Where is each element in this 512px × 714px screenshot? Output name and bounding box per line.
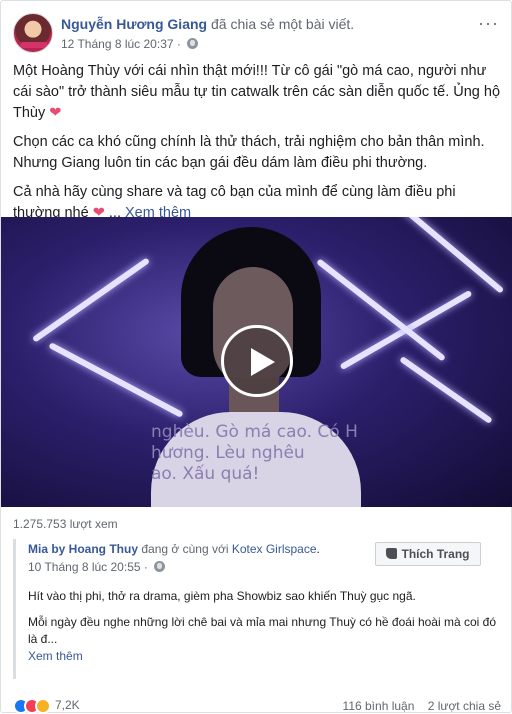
author-name-link[interactable]: Nguyễn Hương Giang — [61, 16, 207, 32]
more-options-icon[interactable]: ··· — [478, 14, 499, 32]
share-count-link[interactable]: 2 lượt chia sẻ — [428, 699, 501, 713]
post-timestamp[interactable]: 12 Tháng 8 lúc 20:37 · — [61, 37, 181, 51]
light-beam — [48, 342, 184, 418]
shared-text: Hít vào thị phi, thở ra drama, gièm pha … — [28, 588, 496, 657]
view-count: 1.275.753 lượt xem — [13, 517, 118, 531]
projected-text: nghèu. Gò má cao. Có H hương. Lèu nghêu … — [151, 422, 358, 484]
shared-meta: 10 Tháng 8 lúc 20:55 · — [28, 560, 166, 574]
share-action-text: đã chia sẻ một bài viết. — [210, 16, 355, 32]
heart-icon: ❤ — [49, 105, 62, 121]
post-meta: 12 Tháng 8 lúc 20:37 · — [61, 37, 199, 51]
post-footer: 7,2K 116 bình luận 2 lượt chia sẻ — [13, 698, 501, 714]
shared-post: Mia by Hoang Thuy đang ở cùng với Kotex … — [13, 539, 501, 679]
reaction-count[interactable]: 7,2K — [55, 698, 80, 712]
globe-icon — [187, 38, 199, 49]
tagged-page-link[interactable]: Kotex Girlspace — [232, 542, 317, 556]
shared-author-link[interactable]: Mia by Hoang Thuy — [28, 542, 138, 556]
engagement-counts: 116 bình luận 2 lượt chia sẻ — [343, 699, 501, 713]
like-page-button[interactable]: Thích Trang — [375, 542, 481, 566]
post-card: Nguyễn Hương Giang đã chia sẻ một bài vi… — [0, 0, 512, 714]
light-beam — [377, 217, 505, 294]
post-header: Nguyễn Hương Giang đã chia sẻ một bài vi… — [13, 13, 501, 57]
shared-paragraph: Hít vào thị phi, thở ra drama, gièm pha … — [28, 589, 416, 603]
post-text: Một Hoàng Thùy với cái nhìn thật mới!!! … — [13, 61, 501, 232]
shared-paragraph: Mỗi ngày đều nghe những lời chê bai và m… — [28, 615, 496, 646]
light-beam — [399, 355, 493, 425]
thumbs-up-icon — [386, 548, 398, 559]
author-avatar[interactable] — [13, 13, 53, 53]
shared-see-more-link[interactable]: Xem thêm — [28, 649, 83, 663]
comment-count-link[interactable]: 116 bình luận — [343, 699, 415, 713]
haha-reaction-icon — [35, 698, 51, 714]
author-line: Nguyễn Hương Giang đã chia sẻ một bài vi… — [61, 16, 354, 32]
globe-icon — [154, 561, 166, 572]
post-paragraph: Một Hoàng Thùy với cái nhìn thật mới!!! … — [13, 63, 501, 121]
video-player[interactable]: nghèu. Gò má cao. Có H hương. Lèu nghêu … — [1, 217, 512, 507]
play-button-icon[interactable] — [221, 325, 293, 397]
shared-author-line: Mia by Hoang Thuy đang ở cùng với Kotex … — [28, 542, 320, 556]
post-paragraph: Chọn các ca khó cũng chính là thử thách,… — [13, 134, 485, 171]
light-beam — [31, 257, 151, 343]
shared-timestamp[interactable]: 10 Tháng 8 lúc 20:55 · — [28, 560, 148, 574]
